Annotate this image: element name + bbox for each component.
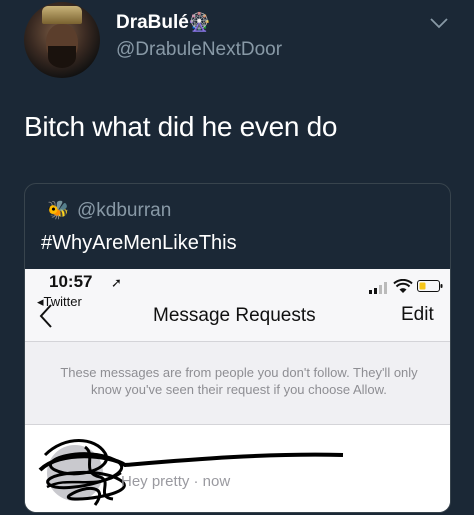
location-arrow-icon: ➚: [111, 275, 122, 290]
chevron-down-icon[interactable]: [429, 16, 449, 30]
quoted-tweet-card[interactable]: 🐝 @kdburran #WhyAreMenLikeThis 10:57 ➚ ◂…: [24, 183, 451, 513]
info-text: These messages are from people you don't…: [60, 365, 418, 397]
crown-graphic: [42, 6, 82, 24]
redaction-scribble: [38, 439, 344, 506]
tweet-text: Bitch what did he even do: [24, 111, 338, 142]
message-request-row[interactable]: Hey pretty · now: [25, 425, 450, 512]
display-name[interactable]: DraBulé: [116, 12, 189, 34]
ferris-wheel-emoji-icon: 🎡: [188, 12, 211, 32]
avatar[interactable]: [24, 2, 100, 78]
beard-graphic: [48, 46, 76, 68]
embedded-screenshot[interactable]: 10:57 ➚ ◂Twitter Message Requests Edit T…: [25, 269, 450, 512]
status-bar-time: 10:57: [49, 272, 93, 291]
user-handle[interactable]: @DrabuleNextDoor: [116, 39, 282, 61]
tweet-header: DraBulé 🎡 @DrabuleNextDoor: [0, 0, 474, 90]
edit-button[interactable]: Edit: [401, 304, 434, 326]
quoted-tweet-handle[interactable]: @kdburran: [77, 200, 171, 222]
message-preview: Hey pretty · now: [121, 473, 231, 490]
quoted-tweet-text[interactable]: #WhyAreMenLikeThis: [41, 232, 237, 255]
nav-title: Message Requests: [153, 305, 316, 326]
back-chevron-icon[interactable]: [39, 303, 53, 329]
bee-emoji-icon: 🐝: [47, 200, 70, 220]
battery-icon: [417, 280, 443, 292]
cellular-signal-icon: [369, 282, 387, 294]
wifi-icon: [393, 279, 413, 293]
